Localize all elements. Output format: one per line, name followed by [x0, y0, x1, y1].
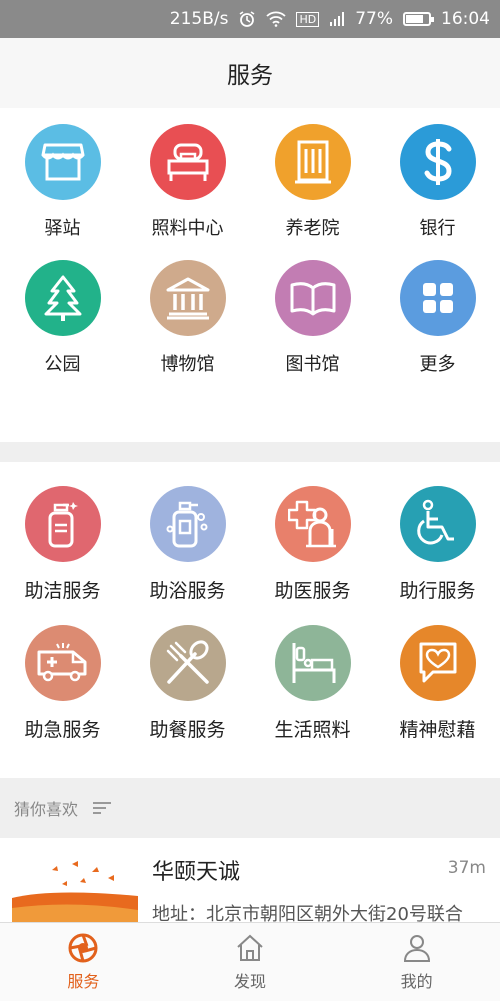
- page-title: 服务: [227, 63, 273, 89]
- sort-icon[interactable]: [92, 801, 112, 815]
- service-label: 精神慰藉: [399, 719, 476, 741]
- hd-badge: HD: [296, 11, 320, 27]
- place-label: 公园: [44, 354, 81, 375]
- service-item-emotional[interactable]: 精神慰藉: [375, 625, 500, 742]
- hospital-bed-icon: [274, 625, 351, 701]
- tab-label: 服务: [67, 971, 100, 991]
- title-bar: 服务: [0, 38, 500, 109]
- card-distance: 37m: [447, 858, 486, 878]
- bed-icon: [149, 124, 226, 200]
- card-title: 华颐天诚: [152, 860, 241, 885]
- tab-service[interactable]: 服务: [0, 923, 167, 1001]
- alarm-icon: [238, 10, 256, 28]
- tab-label: 我的: [400, 971, 433, 991]
- places-grid: 驿站 照料中心 养老院 银行 公园 博物馆 图书馆 更多: [0, 108, 500, 376]
- service-label: 助餐服务: [149, 719, 226, 741]
- service-item-medical[interactable]: 助医服务: [250, 486, 375, 603]
- tab-label: 发现: [234, 971, 267, 991]
- place-item-station[interactable]: 驿站: [0, 124, 125, 240]
- network-speed: 215B/s: [169, 9, 229, 29]
- place-label: 图书馆: [285, 354, 340, 375]
- service-label: 生活照料: [274, 719, 351, 741]
- place-label: 博物馆: [160, 354, 215, 375]
- service-item-emergency[interactable]: 助急服务: [0, 625, 125, 742]
- wifi-icon: [266, 11, 287, 27]
- grid-icon: [399, 260, 476, 336]
- place-item-park[interactable]: 公园: [0, 260, 125, 376]
- battery-icon: [403, 12, 434, 26]
- home-icon: [237, 934, 263, 961]
- place-label: 更多: [419, 354, 456, 375]
- service-label: 助浴服务: [149, 580, 226, 602]
- fork-spoon-icon: [149, 625, 226, 701]
- ambulance-icon: [24, 625, 101, 701]
- place-item-care-center[interactable]: 照料中心: [125, 124, 250, 240]
- service-label: 助急服务: [24, 719, 101, 741]
- service-label: 助行服务: [399, 580, 476, 602]
- service-item-daily-care[interactable]: 生活照料: [250, 625, 375, 742]
- place-label: 养老院: [285, 218, 340, 239]
- recommend-title: 猜你喜欢: [14, 800, 79, 819]
- status-bar: 215B/s HD 77% 16:04: [0, 0, 500, 38]
- heart-chat-icon: [399, 625, 476, 701]
- place-item-bank[interactable]: 银行: [375, 124, 500, 240]
- place-item-nursing-home[interactable]: 养老院: [250, 124, 375, 240]
- store-icon: [24, 124, 101, 200]
- recommend-header: 猜你喜欢: [0, 778, 500, 838]
- cleaning-bottle-icon: [24, 486, 101, 562]
- tab-mine[interactable]: 我的: [333, 923, 500, 1001]
- museum-icon: [149, 260, 226, 336]
- service-label: 助洁服务: [24, 580, 101, 602]
- bottom-tab-bar: 服务 发现 我的: [0, 922, 500, 1001]
- wheelchair-icon: [399, 486, 476, 562]
- card-thumbnail: [12, 858, 138, 922]
- aperture-icon: [68, 933, 98, 962]
- service-item-cleaning[interactable]: 助洁服务: [0, 486, 125, 603]
- tab-discover[interactable]: 发现: [167, 923, 334, 1001]
- clock: 16:04: [441, 9, 490, 29]
- book-icon: [274, 260, 351, 336]
- place-label: 照料中心: [151, 218, 224, 239]
- places-section: 驿站 照料中心 养老院 银行 公园 博物馆 图书馆 更多: [0, 108, 500, 442]
- tree-icon: [24, 260, 101, 336]
- bath-bottle-icon: [149, 486, 226, 562]
- dollar-icon: [399, 124, 476, 200]
- place-item-library[interactable]: 图书馆: [250, 260, 375, 376]
- place-item-museum[interactable]: 博物馆: [125, 260, 250, 376]
- services-grid: 助洁服务 助浴服务 助医服务 助行服务 助急服务 助餐服务 生活照料 精神慰藉: [0, 462, 500, 742]
- place-label: 银行: [419, 218, 456, 239]
- battery-percent: 77%: [355, 9, 393, 29]
- service-item-meal[interactable]: 助餐服务: [125, 625, 250, 742]
- card-address: 地址：北京市朝阳区朝外大街20号联合: [152, 904, 463, 922]
- person-icon: [403, 934, 430, 962]
- place-item-more[interactable]: 更多: [375, 260, 500, 376]
- recommend-card[interactable]: 华颐天诚 37m 地址：北京市朝阳区朝外大街20号联合: [0, 838, 500, 922]
- service-item-bath[interactable]: 助浴服务: [125, 486, 250, 603]
- building-icon: [274, 124, 351, 200]
- signal-icon: [329, 11, 345, 27]
- services-section: 助洁服务 助浴服务 助医服务 助行服务 助急服务 助餐服务 生活照料 精神慰藉: [0, 462, 500, 778]
- elder-medical-icon: [274, 486, 351, 562]
- place-label: 驿站: [44, 218, 81, 239]
- service-item-mobility[interactable]: 助行服务: [375, 486, 500, 603]
- service-label: 助医服务: [274, 580, 351, 602]
